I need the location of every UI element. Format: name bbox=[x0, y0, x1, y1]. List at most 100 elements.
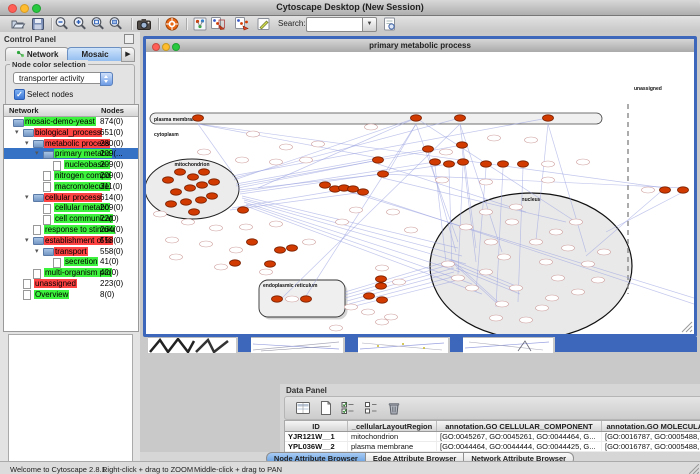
network-node-small[interactable] bbox=[452, 275, 465, 281]
select-all-attributes-icon[interactable] bbox=[340, 400, 356, 416]
tree-expand-icon[interactable]: ▾ bbox=[35, 247, 39, 256]
network-node[interactable] bbox=[199, 169, 210, 175]
tree-row[interactable]: cellular metabo209(0) bbox=[4, 202, 138, 213]
tree-row-label[interactable]: Overview bbox=[34, 290, 69, 299]
tree-row[interactable]: mosaic-demo-yeast874(0) bbox=[4, 116, 138, 127]
table-column-header[interactable]: annotation.GO CELLULAR_COMPONENT bbox=[437, 421, 602, 432]
tree-row[interactable]: ▾primary metabo209(... bbox=[4, 148, 138, 159]
network-node[interactable] bbox=[196, 197, 207, 203]
network-node-small[interactable] bbox=[577, 159, 590, 165]
snapshot-camera-icon[interactable] bbox=[136, 16, 152, 32]
tree-row-label[interactable]: biological_process bbox=[34, 128, 102, 137]
network-view-frame[interactable]: primary metabolic process plasma membran… bbox=[143, 36, 697, 337]
window-titlebar[interactable]: Cytoscape Desktop (New Session) bbox=[0, 0, 700, 16]
unselect-all-attributes-icon[interactable] bbox=[363, 400, 379, 416]
tree-expand-icon[interactable]: ▾ bbox=[25, 139, 29, 148]
network-canvas[interactable]: plasma membrane cytoplasm mitochondrion … bbox=[146, 52, 694, 334]
table-cell[interactable]: [GO:0016787, GO:0005488, GO:0005215, G..… bbox=[602, 432, 700, 442]
network-node-small[interactable] bbox=[170, 254, 183, 260]
network-node-small[interactable] bbox=[592, 277, 605, 283]
table-column-header[interactable]: ID bbox=[285, 421, 348, 432]
network-node[interactable] bbox=[175, 169, 186, 175]
network-node-small[interactable] bbox=[236, 157, 249, 163]
network-node[interactable] bbox=[301, 296, 312, 302]
tree-row[interactable]: secretion41(0) bbox=[4, 256, 138, 267]
network-node-small[interactable] bbox=[460, 224, 473, 230]
tree-row-label[interactable]: secretion bbox=[64, 257, 98, 266]
network-node[interactable] bbox=[166, 201, 177, 207]
float-panel-icon[interactable] bbox=[124, 34, 134, 44]
tree-row[interactable]: Overview8(0) bbox=[4, 289, 138, 300]
network-node-small[interactable] bbox=[546, 295, 559, 301]
birds-eye-view[interactable] bbox=[8, 334, 133, 474]
network-node-small[interactable] bbox=[570, 219, 583, 225]
tab-overflow-button[interactable]: ▶ bbox=[121, 47, 135, 62]
tree-row[interactable]: ▾cellular process614(0) bbox=[4, 192, 138, 203]
network-node[interactable] bbox=[230, 260, 241, 266]
tree-row[interactable]: nucleobase-209(0) bbox=[4, 159, 138, 170]
import-network-icon[interactable] bbox=[192, 16, 208, 32]
background-window-edge[interactable] bbox=[345, 337, 358, 352]
network-node-small[interactable] bbox=[350, 207, 363, 213]
network-node[interactable] bbox=[518, 161, 529, 167]
dropdown-stepper[interactable] bbox=[100, 72, 113, 86]
import-attributes-icon[interactable] bbox=[210, 16, 226, 32]
search-dropdown-arrow[interactable]: ▼ bbox=[362, 17, 377, 32]
network-node[interactable] bbox=[247, 239, 258, 245]
tree-row[interactable]: ▾biological_process651(0) bbox=[4, 127, 138, 138]
save-session-icon[interactable] bbox=[30, 16, 46, 32]
zoom-out-icon[interactable] bbox=[54, 16, 70, 32]
node-color-dropdown[interactable]: transporter activity bbox=[13, 72, 113, 84]
network-node[interactable] bbox=[444, 161, 455, 167]
tree-row[interactable]: multi-organism pro42(0) bbox=[4, 267, 138, 278]
table-cell[interactable]: YJR121W__1 bbox=[285, 432, 348, 442]
network-node[interactable] bbox=[207, 193, 218, 199]
network-node[interactable] bbox=[171, 189, 182, 195]
tree-row[interactable]: macromolecule311(0) bbox=[4, 181, 138, 192]
table-row[interactable]: YJR121W__1mitochondrion[GO:0045267, GO:0… bbox=[285, 432, 700, 442]
network-node-small[interactable] bbox=[582, 261, 595, 267]
network-node[interactable] bbox=[378, 171, 389, 177]
network-node[interactable] bbox=[287, 245, 298, 251]
table-cell[interactable]: plasma membrane bbox=[348, 442, 437, 452]
background-window[interactable] bbox=[251, 337, 343, 353]
tree-row[interactable]: nitrogen compo209(0) bbox=[4, 170, 138, 181]
network-node-small[interactable] bbox=[215, 264, 228, 270]
network-edge[interactable] bbox=[258, 118, 416, 188]
network-node-small[interactable] bbox=[330, 325, 343, 331]
tree-row[interactable]: cell communicat22(0) bbox=[4, 213, 138, 224]
network-node-small[interactable] bbox=[286, 296, 299, 302]
network-node-small[interactable] bbox=[365, 124, 378, 130]
network-node-small[interactable] bbox=[376, 319, 389, 325]
tree-expand-icon[interactable]: ▾ bbox=[15, 128, 19, 137]
zoom-fit-icon[interactable] bbox=[90, 16, 106, 32]
network-node-small[interactable] bbox=[362, 309, 375, 315]
network-node[interactable] bbox=[411, 115, 422, 121]
tree-row-label[interactable]: mosaic-demo-yeast bbox=[24, 117, 96, 126]
network-node-small[interactable] bbox=[496, 301, 509, 307]
network-node-small[interactable] bbox=[154, 211, 167, 217]
network-node-small[interactable] bbox=[572, 289, 585, 295]
network-node[interactable] bbox=[543, 115, 554, 121]
network-node[interactable] bbox=[185, 185, 196, 191]
network-node-small[interactable] bbox=[525, 137, 538, 143]
select-nodes-checkbox[interactable]: ✓ bbox=[14, 89, 25, 100]
network-node-small[interactable] bbox=[442, 261, 455, 267]
network-edge[interactable] bbox=[383, 174, 683, 188]
network-node-small[interactable] bbox=[480, 269, 493, 275]
network-node-small[interactable] bbox=[376, 265, 389, 271]
network-node-small[interactable] bbox=[562, 245, 575, 251]
network-node[interactable] bbox=[481, 161, 492, 167]
network-node-small[interactable] bbox=[480, 179, 493, 185]
network-node-small[interactable] bbox=[200, 241, 213, 247]
network-node[interactable] bbox=[458, 159, 469, 165]
network-node-small[interactable] bbox=[520, 317, 533, 323]
background-window-overview[interactable] bbox=[148, 337, 236, 353]
network-node-small[interactable] bbox=[182, 219, 195, 225]
tree-expand-icon[interactable]: ▾ bbox=[35, 149, 39, 158]
network-node-small[interactable] bbox=[312, 141, 325, 147]
network-node[interactable] bbox=[193, 115, 204, 121]
network-node[interactable] bbox=[209, 179, 220, 185]
network-node[interactable] bbox=[320, 182, 331, 188]
network-node-small[interactable] bbox=[542, 177, 555, 183]
